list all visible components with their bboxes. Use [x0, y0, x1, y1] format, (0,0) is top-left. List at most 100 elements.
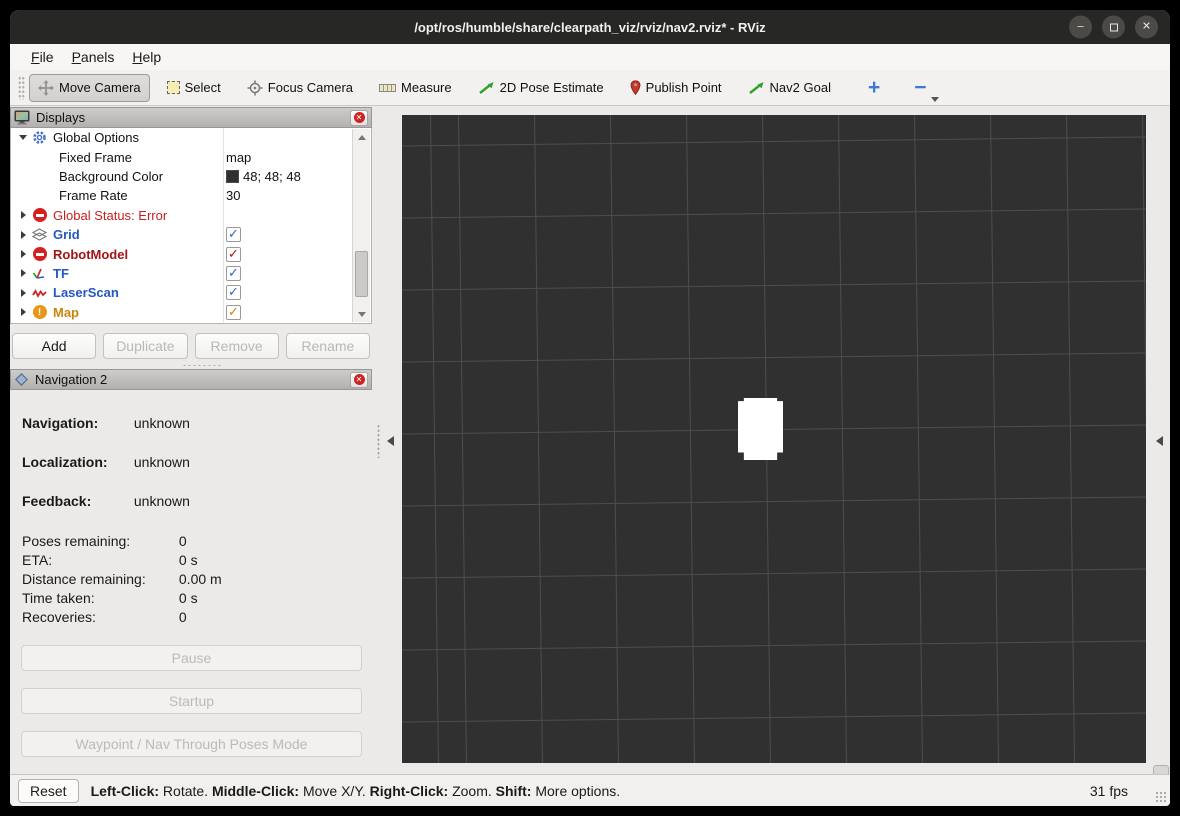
pause-button[interactable]: Pause [21, 645, 362, 671]
row-label: LaserScan [53, 285, 119, 300]
tool-label: Nav2 Goal [770, 80, 831, 95]
row-robotmodel[interactable]: RobotModel ✓ [11, 244, 371, 263]
resize-grip[interactable] [1155, 791, 1167, 803]
laserscan-icon [31, 287, 48, 299]
focus-camera-icon [247, 80, 263, 96]
remove-tool-button[interactable]: − [908, 76, 932, 100]
row-label: Background Color [59, 169, 163, 184]
tool-label: Select [185, 80, 221, 95]
feedback-label: Feedback: [22, 493, 130, 509]
maximize-button[interactable] [1102, 16, 1125, 39]
expander-right-icon[interactable] [17, 231, 29, 239]
displays-tree[interactable]: Global Options Fixed Frame map Backgroun… [10, 128, 372, 324]
expander-right-icon[interactable] [17, 308, 29, 316]
main-area: Displays ✕ Global Options Fixed Frame ma… [10, 106, 1170, 774]
row-grid[interactable]: Grid ✓ [11, 225, 371, 244]
localization-label: Localization: [22, 454, 130, 470]
publish-point-pin-icon [630, 80, 641, 95]
navigation-status-row: Navigation: unknown [22, 415, 190, 431]
nav2-panel-header[interactable]: Navigation 2 ✕ [10, 369, 372, 390]
navigation-label: Navigation: [22, 415, 130, 431]
add-tool-button[interactable]: + [862, 76, 886, 100]
robotmodel-checkbox[interactable]: ✓ [226, 247, 241, 262]
row-label: Map [53, 305, 79, 320]
remove-button[interactable]: Remove [195, 333, 279, 359]
reset-button[interactable]: Reset [18, 779, 79, 803]
remove-tool-label: − [914, 76, 926, 99]
menu-file[interactable]: File [22, 47, 63, 67]
minimize-button[interactable]: – [1069, 16, 1092, 39]
expander-right-icon[interactable] [17, 250, 29, 258]
stat-value: 0.00 m [179, 571, 222, 587]
expander-right-icon[interactable] [17, 289, 29, 297]
rename-button[interactable]: Rename [286, 333, 370, 359]
background-color-value[interactable]: 48; 48; 48 [226, 169, 301, 184]
maximize-icon [1110, 23, 1118, 31]
expander-right-icon[interactable] [17, 269, 29, 277]
menu-panels[interactable]: Panels [63, 47, 124, 67]
tree-scrollbar[interactable] [352, 129, 370, 322]
fixed-frame-value[interactable]: map [226, 150, 251, 165]
title-bar[interactable]: /opt/ros/humble/share/clearpath_viz/rviz… [10, 10, 1170, 44]
close-button[interactable]: ✕ [1135, 16, 1158, 39]
move-camera-icon [38, 80, 54, 96]
tool-publish-point[interactable]: Publish Point [621, 74, 731, 101]
row-laserscan[interactable]: LaserScan ✓ [11, 283, 371, 302]
expander-right-icon[interactable] [17, 211, 29, 219]
navigation-value: unknown [134, 415, 190, 431]
3d-viewport[interactable] [402, 115, 1146, 763]
hint-text: Rotate. [159, 783, 212, 799]
viewport-area [402, 106, 1170, 774]
row-map[interactable]: ! Map ✓ [11, 303, 371, 322]
stat-value: 0 s [179, 590, 198, 606]
laserscan-checkbox[interactable]: ✓ [226, 285, 241, 300]
grid-icon [31, 228, 48, 241]
displays-panel-header[interactable]: Displays ✕ [10, 107, 372, 128]
displays-close-button[interactable]: ✕ [350, 110, 368, 126]
left-panel: Displays ✕ Global Options Fixed Frame ma… [10, 106, 402, 774]
row-frame-rate[interactable]: Frame Rate 30 [11, 186, 371, 205]
hint-text: Zoom. [448, 783, 495, 799]
collapse-left-panel-icon[interactable] [387, 436, 394, 446]
hint-key: Right-Click: [370, 783, 449, 799]
scroll-up-icon[interactable] [353, 129, 371, 145]
add-button[interactable]: Add [12, 333, 96, 359]
check-icon: ✓ [228, 266, 239, 279]
stat-value: 0 [179, 609, 187, 625]
row-background-color[interactable]: Background Color 48; 48; 48 [11, 167, 371, 186]
gear-icon [31, 130, 48, 145]
tool-2d-pose-estimate[interactable]: 2D Pose Estimate [469, 74, 613, 101]
collapse-right-panel-icon[interactable] [1156, 436, 1163, 446]
row-label: Fixed Frame [59, 150, 132, 165]
toolbar-drag-handle[interactable] [18, 76, 25, 100]
panel-splitter-handle[interactable] [182, 364, 222, 367]
scroll-down-icon[interactable] [353, 306, 371, 322]
waypoint-mode-button[interactable]: Waypoint / Nav Through Poses Mode [21, 731, 362, 757]
map-checkbox[interactable]: ✓ [226, 305, 241, 320]
nav2-panel-title: Navigation 2 [35, 372, 107, 387]
tf-checkbox[interactable]: ✓ [226, 266, 241, 281]
grid-checkbox[interactable]: ✓ [226, 227, 241, 242]
scrollbar-thumb[interactable] [355, 251, 368, 297]
frame-rate-value[interactable]: 30 [226, 188, 240, 203]
poses-remaining-row: Poses remaining: 0 [22, 533, 187, 549]
check-icon: ✓ [228, 227, 239, 240]
row-global-status[interactable]: Global Status: Error [11, 206, 371, 225]
robot-footprint [738, 398, 783, 460]
expander-down-icon[interactable] [17, 135, 29, 140]
row-tf[interactable]: TF ✓ [11, 264, 371, 283]
tool-focus-camera[interactable]: Focus Camera [238, 74, 362, 102]
tool-measure[interactable]: Measure [370, 74, 461, 101]
row-label: Grid [53, 227, 80, 242]
tool-nav2-goal[interactable]: Nav2 Goal [739, 74, 840, 101]
startup-button[interactable]: Startup [21, 688, 362, 714]
tool-move-camera[interactable]: Move Camera [29, 74, 150, 102]
error-icon [31, 208, 48, 222]
row-fixed-frame[interactable]: Fixed Frame map [11, 147, 371, 166]
menu-help[interactable]: Help [123, 47, 170, 67]
nav2-diamond-icon [14, 372, 29, 387]
nav2-close-button[interactable]: ✕ [350, 372, 368, 388]
duplicate-button[interactable]: Duplicate [103, 333, 187, 359]
tool-select[interactable]: Select [158, 74, 230, 101]
row-global-options[interactable]: Global Options [11, 128, 371, 147]
